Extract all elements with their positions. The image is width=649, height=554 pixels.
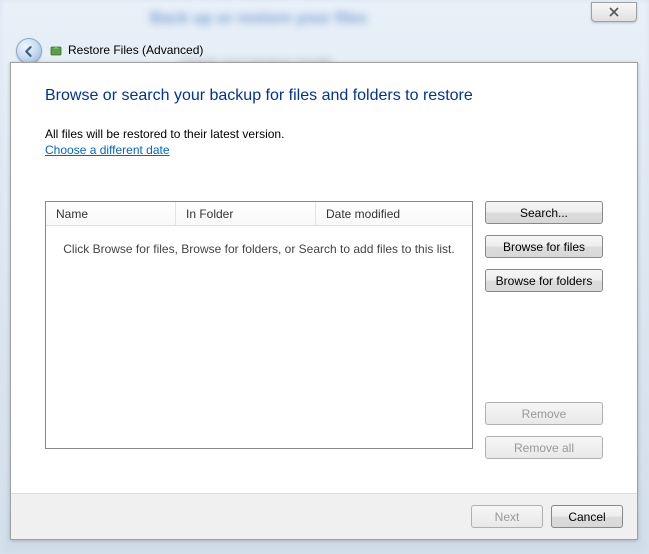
list-header: Name In Folder Date modified	[46, 202, 472, 226]
wizard-title: Restore Files (Advanced)	[68, 43, 203, 57]
choose-date-link[interactable]: Choose a different date	[45, 143, 170, 157]
back-button[interactable]	[16, 38, 42, 64]
file-list[interactable]: Name In Folder Date modified Click Brows…	[45, 201, 473, 449]
col-date[interactable]: Date modified	[316, 202, 472, 225]
search-button[interactable]: Search...	[485, 201, 603, 224]
wizard-panel: Browse or search your backup for files a…	[10, 62, 638, 540]
back-arrow-icon	[23, 45, 36, 58]
col-name[interactable]: Name	[46, 202, 176, 225]
next-button: Next	[471, 505, 543, 528]
subtext: All files will be restored to their late…	[45, 127, 603, 141]
empty-message: Click Browse for files, Browse for folde…	[46, 242, 472, 256]
footer: Next Cancel	[11, 493, 637, 539]
side-buttons: Search... Browse for files Browse for fo…	[485, 201, 603, 459]
remove-button: Remove	[485, 402, 603, 425]
page-heading: Browse or search your backup for files a…	[45, 87, 603, 105]
close-button[interactable]	[591, 2, 637, 22]
cancel-button[interactable]: Cancel	[551, 505, 623, 528]
restore-icon	[48, 42, 64, 58]
remove-all-button: Remove all	[485, 436, 603, 459]
browse-folders-button[interactable]: Browse for folders	[485, 269, 603, 292]
close-icon	[608, 7, 620, 17]
browse-files-button[interactable]: Browse for files	[485, 235, 603, 258]
blur-heading: Back up or restore your files	[150, 10, 367, 28]
spacer	[485, 303, 603, 391]
col-folder[interactable]: In Folder	[176, 202, 316, 225]
